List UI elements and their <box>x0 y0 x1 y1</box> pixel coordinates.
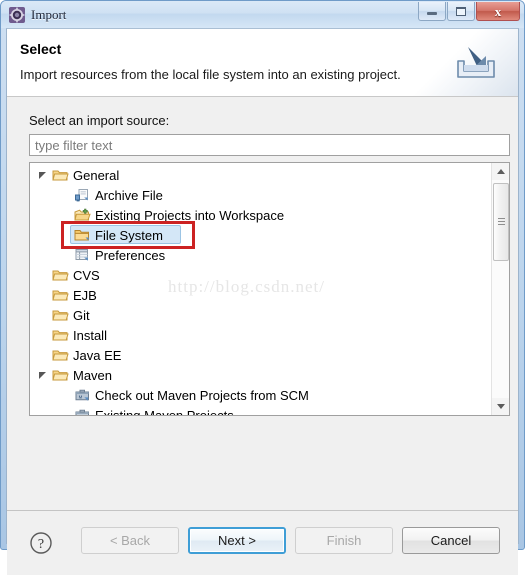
import-source-label: Select an import source: <box>29 113 170 128</box>
tree-expand-arrow-right-icon[interactable] <box>36 347 52 363</box>
close-button[interactable]: x <box>476 2 520 21</box>
minimize-icon <box>427 12 437 15</box>
dialog-footer: ? < Back Next > Finish Cancel <box>7 510 518 575</box>
folder-icon <box>52 347 69 363</box>
page-description: Import resources from the local file sys… <box>20 67 401 82</box>
wizard-body: Select an import source: General Archive … <box>7 97 518 510</box>
folder-icon <box>52 327 69 343</box>
tree-item[interactable]: File System <box>30 225 491 245</box>
archive-file-icon <box>74 187 91 203</box>
tree-expand-arrow-down-icon[interactable] <box>36 367 52 383</box>
tree-expand-arrow-right-icon[interactable] <box>36 327 52 343</box>
tree-expand-arrow-right-icon[interactable] <box>36 267 52 283</box>
tree-item-label: Preferences <box>95 247 166 263</box>
tree-expand-arrow-right-icon[interactable] <box>36 307 52 323</box>
close-icon: x <box>494 3 502 19</box>
title-bar[interactable]: Import x <box>1 1 524 28</box>
scroll-down-button[interactable] <box>492 398 509 415</box>
tree-item[interactable]: Install <box>30 325 491 345</box>
folder-open-icon <box>74 227 91 243</box>
tree-item-label: File System <box>95 227 163 243</box>
tree-item-label: Install <box>73 327 107 343</box>
tree-item-label: Maven <box>73 367 113 383</box>
scroll-up-button[interactable] <box>492 163 509 180</box>
folder-icon <box>52 267 69 283</box>
tree-item-label: Git <box>73 307 90 323</box>
tree-item-label: Archive File <box>95 187 163 203</box>
maven-scm-icon: M <box>74 387 91 403</box>
dialog-client-area: Select Import resources from the local f… <box>6 28 519 575</box>
maven-project-icon <box>74 407 91 415</box>
tree-item-label: Existing Maven Projects <box>95 407 234 416</box>
window-controls: x <box>417 2 520 21</box>
watermark-text: http://blog.csdn.net/ <box>168 277 325 296</box>
tree-item[interactable]: Existing Projects into Workspace <box>30 205 491 225</box>
tree-item[interactable]: Preferences <box>30 245 491 265</box>
preferences-icon <box>74 247 91 263</box>
tree-item-label: EJB <box>73 287 97 303</box>
import-dialog-window: Import x Select Import resources from th… <box>0 0 525 575</box>
scrollbar-thumb[interactable] <box>493 183 509 261</box>
scroll-up-icon <box>497 169 505 174</box>
tree-item[interactable]: Existing Maven Projects <box>30 405 491 415</box>
scroll-down-icon <box>497 404 505 409</box>
tree-item-label: Check out Maven Projects from SCM <box>95 387 309 403</box>
filter-input[interactable] <box>29 134 510 156</box>
tree-expand-arrow-down-icon[interactable] <box>36 167 52 183</box>
eclipse-import-gear-icon <box>9 6 25 23</box>
tree-item[interactable]: Archive File <box>30 185 491 205</box>
minimize-button[interactable] <box>418 2 446 21</box>
restore-icon <box>456 6 466 16</box>
maximize-button[interactable] <box>447 2 475 21</box>
folder-icon <box>52 167 69 183</box>
folder-icon <box>52 287 69 303</box>
tree-item-label: Existing Projects into Workspace <box>95 207 285 223</box>
svg-text:M: M <box>79 395 83 400</box>
import-source-tree[interactable]: General Archive File Existing Projects int… <box>29 162 510 416</box>
tree-item-label: General <box>73 167 120 183</box>
tree-item[interactable]: Maven <box>30 365 491 385</box>
help-button[interactable]: ? <box>29 531 53 555</box>
tree-vertical-scrollbar[interactable] <box>491 163 509 415</box>
tree-item-label: Java EE <box>73 347 122 363</box>
folder-icon <box>52 367 69 383</box>
tree-item[interactable]: General <box>30 165 491 185</box>
window-title: Import <box>31 6 67 22</box>
tree-expand-arrow-right-icon[interactable] <box>36 287 52 303</box>
button-label: Next > <box>190 529 284 552</box>
projects-folder-icon <box>74 207 91 223</box>
tree-item[interactable]: Git <box>30 305 491 325</box>
import-tray-arrow-icon <box>452 43 500 83</box>
scrollbar-grip-icon <box>498 218 505 227</box>
page-title: Select <box>20 41 62 57</box>
folder-icon <box>52 307 69 323</box>
tree-item[interactable]: M Check out Maven Projects from SCM <box>30 385 491 405</box>
tree-item-label: CVS <box>73 267 100 283</box>
tree-item[interactable]: Java EE <box>30 345 491 365</box>
wizard-header: Select Import resources from the local f… <box>7 29 518 97</box>
